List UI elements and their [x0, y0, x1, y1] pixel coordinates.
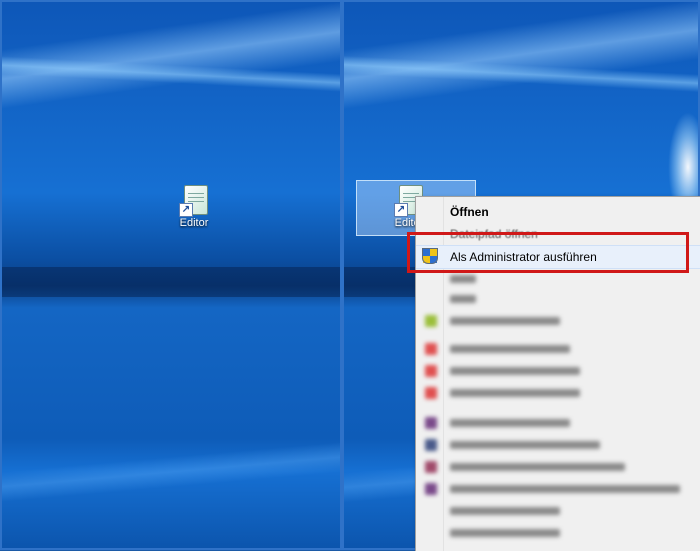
shortcut-arrow-icon: ↗ [394, 203, 408, 217]
highlight-box [407, 232, 689, 273]
blurred-menu-item [416, 313, 700, 329]
blurred-menu-item [416, 481, 700, 497]
blurred-menu-item [416, 271, 700, 287]
blurred-menu-item [416, 437, 700, 453]
editor-desktop-icon[interactable]: ↗ Editor [159, 185, 229, 229]
blurred-menu-item [416, 525, 700, 541]
blurred-menu-item [416, 385, 700, 401]
blurred-menu-item [416, 291, 700, 307]
wallpaper-dark-band [2, 267, 340, 297]
blurred-menu-items [416, 269, 700, 551]
desktop-left-panel: ↗ Editor [0, 0, 342, 550]
blurred-menu-item [416, 341, 700, 357]
wallpaper-light-streak [344, 54, 698, 94]
desktop-icon-label: Editor [179, 217, 209, 229]
menu-item-open[interactable]: Öffnen [416, 201, 700, 223]
blurred-menu-item [416, 363, 700, 379]
blurred-menu-item [416, 503, 700, 519]
shortcut-arrow-icon: ↗ [179, 203, 193, 217]
menu-item-label: Öffnen [450, 205, 489, 219]
blurred-menu-item [416, 459, 700, 475]
wallpaper-light-streak [2, 55, 340, 93]
blurred-menu-item [416, 415, 700, 431]
wallpaper-light-streak [2, 440, 340, 504]
notepad-icon: ↗ [179, 185, 208, 217]
